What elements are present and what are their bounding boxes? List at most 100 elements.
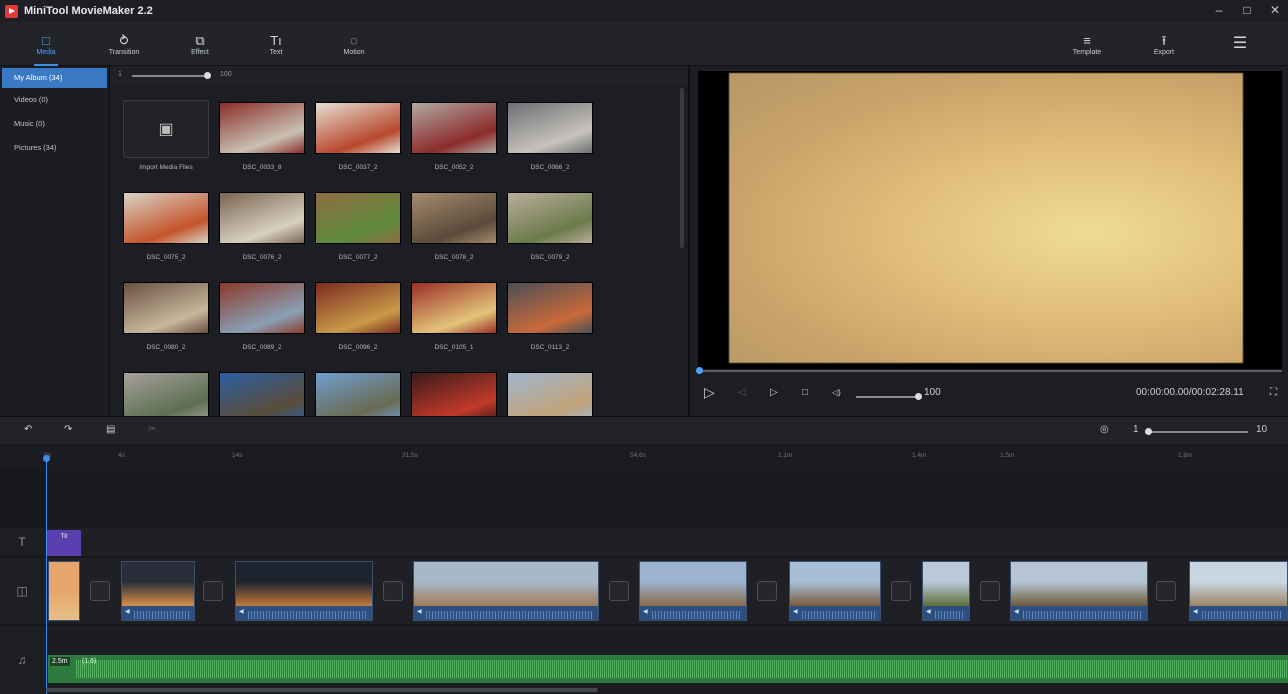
clip-audio-waveform xyxy=(122,606,194,620)
size-max-label: 100 xyxy=(220,71,232,78)
sidebar-item-my-album[interactable]: My Album (34) xyxy=(2,68,107,88)
playhead-handle[interactable] xyxy=(43,455,50,462)
tool-label: Export xyxy=(1153,48,1175,56)
thumbnail-image xyxy=(219,102,305,154)
transition-slot[interactable] xyxy=(1156,581,1176,601)
media-thumbnail[interactable]: DSC_0052_2 xyxy=(408,102,500,184)
size-min-label: 1 xyxy=(118,71,122,78)
transition-slot[interactable] xyxy=(90,581,110,601)
playhead[interactable] xyxy=(46,458,47,694)
menu-button[interactable]: ☰ xyxy=(1210,22,1270,66)
media-scrollbar[interactable] xyxy=(680,88,684,248)
playback-progress-bar[interactable] xyxy=(698,370,1282,372)
transition-slot[interactable] xyxy=(383,581,403,601)
thumbnail-label: DSC_0075_2 xyxy=(146,254,186,261)
clip-audio-waveform xyxy=(414,606,598,620)
timeline-ruler[interactable]: 0s4s14s31.5s54.6s1.1m1.4m1.5m1.8m xyxy=(0,444,1288,470)
transition-slot[interactable] xyxy=(891,581,911,601)
sidebar-item-pictures[interactable]: Pictures (34) xyxy=(0,136,109,160)
volume-icon[interactable]: ◁) xyxy=(832,388,841,397)
thumbnail-label: DSC_0037_2 xyxy=(338,164,378,171)
minimize-button[interactable]: – xyxy=(1212,3,1226,17)
transition-slot[interactable] xyxy=(203,581,223,601)
transition-slot[interactable] xyxy=(980,581,1000,601)
media-thumbnail[interactable]: DSC_0037_2 xyxy=(312,102,404,184)
video-clip[interactable] xyxy=(1189,561,1288,621)
media-thumbnail[interactable]: DSC_0089_2 xyxy=(216,282,308,364)
thumbnail-image xyxy=(507,192,593,244)
video-clip[interactable] xyxy=(413,561,599,621)
import-icon: ▣ xyxy=(123,100,209,158)
media-thumbnail[interactable]: DSC_0075_2 xyxy=(120,192,212,274)
undo-icon[interactable]: ↶ xyxy=(24,424,32,435)
media-thumbnail[interactable]: DSC_0077_2 xyxy=(312,192,404,274)
delete-icon[interactable]: ▤ xyxy=(106,424,115,435)
next-frame-icon[interactable]: ▷ xyxy=(770,387,778,398)
video-clip[interactable] xyxy=(1010,561,1148,621)
media-thumbnail[interactable]: DSC_0066_2 xyxy=(504,102,596,184)
text-icon: Tı xyxy=(270,32,282,48)
music-name: (1.6) xyxy=(82,658,97,665)
play-icon[interactable]: ▷ xyxy=(704,384,715,401)
thumbnail-label: DSC_0033_8 xyxy=(242,164,282,171)
thumbnail-size-slider[interactable] xyxy=(132,75,207,77)
ruler-tick-label: 1.1m xyxy=(778,452,793,459)
sidebar-item-videos[interactable]: Videos (0) xyxy=(0,88,109,112)
fullscreen-icon[interactable]: ⛶ xyxy=(1270,387,1277,398)
media-thumbnail[interactable]: DSC_0113_2 xyxy=(504,282,596,364)
redo-icon[interactable]: ↷ xyxy=(64,424,72,435)
timeline-scrollbar[interactable] xyxy=(46,688,598,692)
video-player[interactable] xyxy=(698,71,1282,369)
video-clip[interactable] xyxy=(121,561,195,621)
volume-slider[interactable] xyxy=(856,396,916,398)
music-clip[interactable] xyxy=(48,655,1288,683)
thumbnail-label: DSC_0079_2 xyxy=(530,254,570,261)
video-clip[interactable] xyxy=(639,561,747,621)
media-thumbnail[interactable]: DSC_0080_2 xyxy=(120,282,212,364)
timeline-zoom-slider[interactable] xyxy=(1148,431,1248,433)
tool-text[interactable]: Tı Text xyxy=(246,22,306,66)
thumbnail-label: DSC_0076_2 xyxy=(242,254,282,261)
thumbnail-size-knob[interactable] xyxy=(204,72,211,79)
media-thumbnail[interactable]: DSC_0079_2 xyxy=(504,192,596,274)
split-icon[interactable]: ✂ xyxy=(148,424,156,435)
tool-media[interactable]: □ Media xyxy=(16,22,76,66)
transition-slot[interactable] xyxy=(757,581,777,601)
transition-slot[interactable] xyxy=(609,581,629,601)
thumbnail-image xyxy=(315,102,401,154)
window-controls: – □ ✕ xyxy=(1212,3,1282,17)
tool-transition[interactable]: ⥁ Transition xyxy=(94,22,154,66)
thumbnail-image xyxy=(507,282,593,334)
media-thumbnail[interactable]: DSC_0078_2 xyxy=(408,192,500,274)
text-clip[interactable]: Tit xyxy=(47,530,81,556)
thumbnail-image xyxy=(123,192,209,244)
media-thumbnail[interactable]: DSC_0076_2 xyxy=(216,192,308,274)
previous-frame-icon[interactable]: ◁ xyxy=(738,387,746,398)
timeline-zoom-knob[interactable] xyxy=(1145,428,1152,435)
video-track-icon: ◫ xyxy=(0,558,44,624)
media-thumbnail[interactable]: DSC_0033_8 xyxy=(216,102,308,184)
tool-motion[interactable]: ◌ Motion xyxy=(324,22,384,66)
media-thumbnail[interactable]: DSC_0096_2 xyxy=(312,282,404,364)
clip-thumbnail xyxy=(790,562,880,606)
tool-effect[interactable]: ⧉ Effect xyxy=(170,22,230,66)
text-track-icon: T xyxy=(0,528,44,556)
video-clip[interactable] xyxy=(235,561,373,621)
fit-timeline-icon[interactable]: ◎ xyxy=(1100,424,1109,435)
video-clip[interactable] xyxy=(789,561,881,621)
maximize-button[interactable]: □ xyxy=(1240,3,1254,17)
media-thumbnail[interactable]: DSC_0105_1 xyxy=(408,282,500,364)
clip-thumbnail xyxy=(414,562,598,606)
volume-value: 100 xyxy=(924,387,941,398)
sidebar-item-music[interactable]: Music (0) xyxy=(0,112,109,136)
close-button[interactable]: ✕ xyxy=(1268,3,1282,17)
volume-knob[interactable] xyxy=(915,393,922,400)
template-button[interactable]: ≡ Template xyxy=(1057,22,1117,66)
export-button[interactable]: ⭱ Export xyxy=(1134,22,1194,66)
zoom-max-label: 10 xyxy=(1256,424,1268,435)
video-clip[interactable] xyxy=(922,561,970,621)
playback-progress-knob[interactable] xyxy=(696,367,703,374)
stop-icon[interactable]: □ xyxy=(802,387,808,398)
import-media-tile[interactable]: ▣ Import Media Files xyxy=(120,100,212,182)
video-clip[interactable] xyxy=(48,561,80,621)
